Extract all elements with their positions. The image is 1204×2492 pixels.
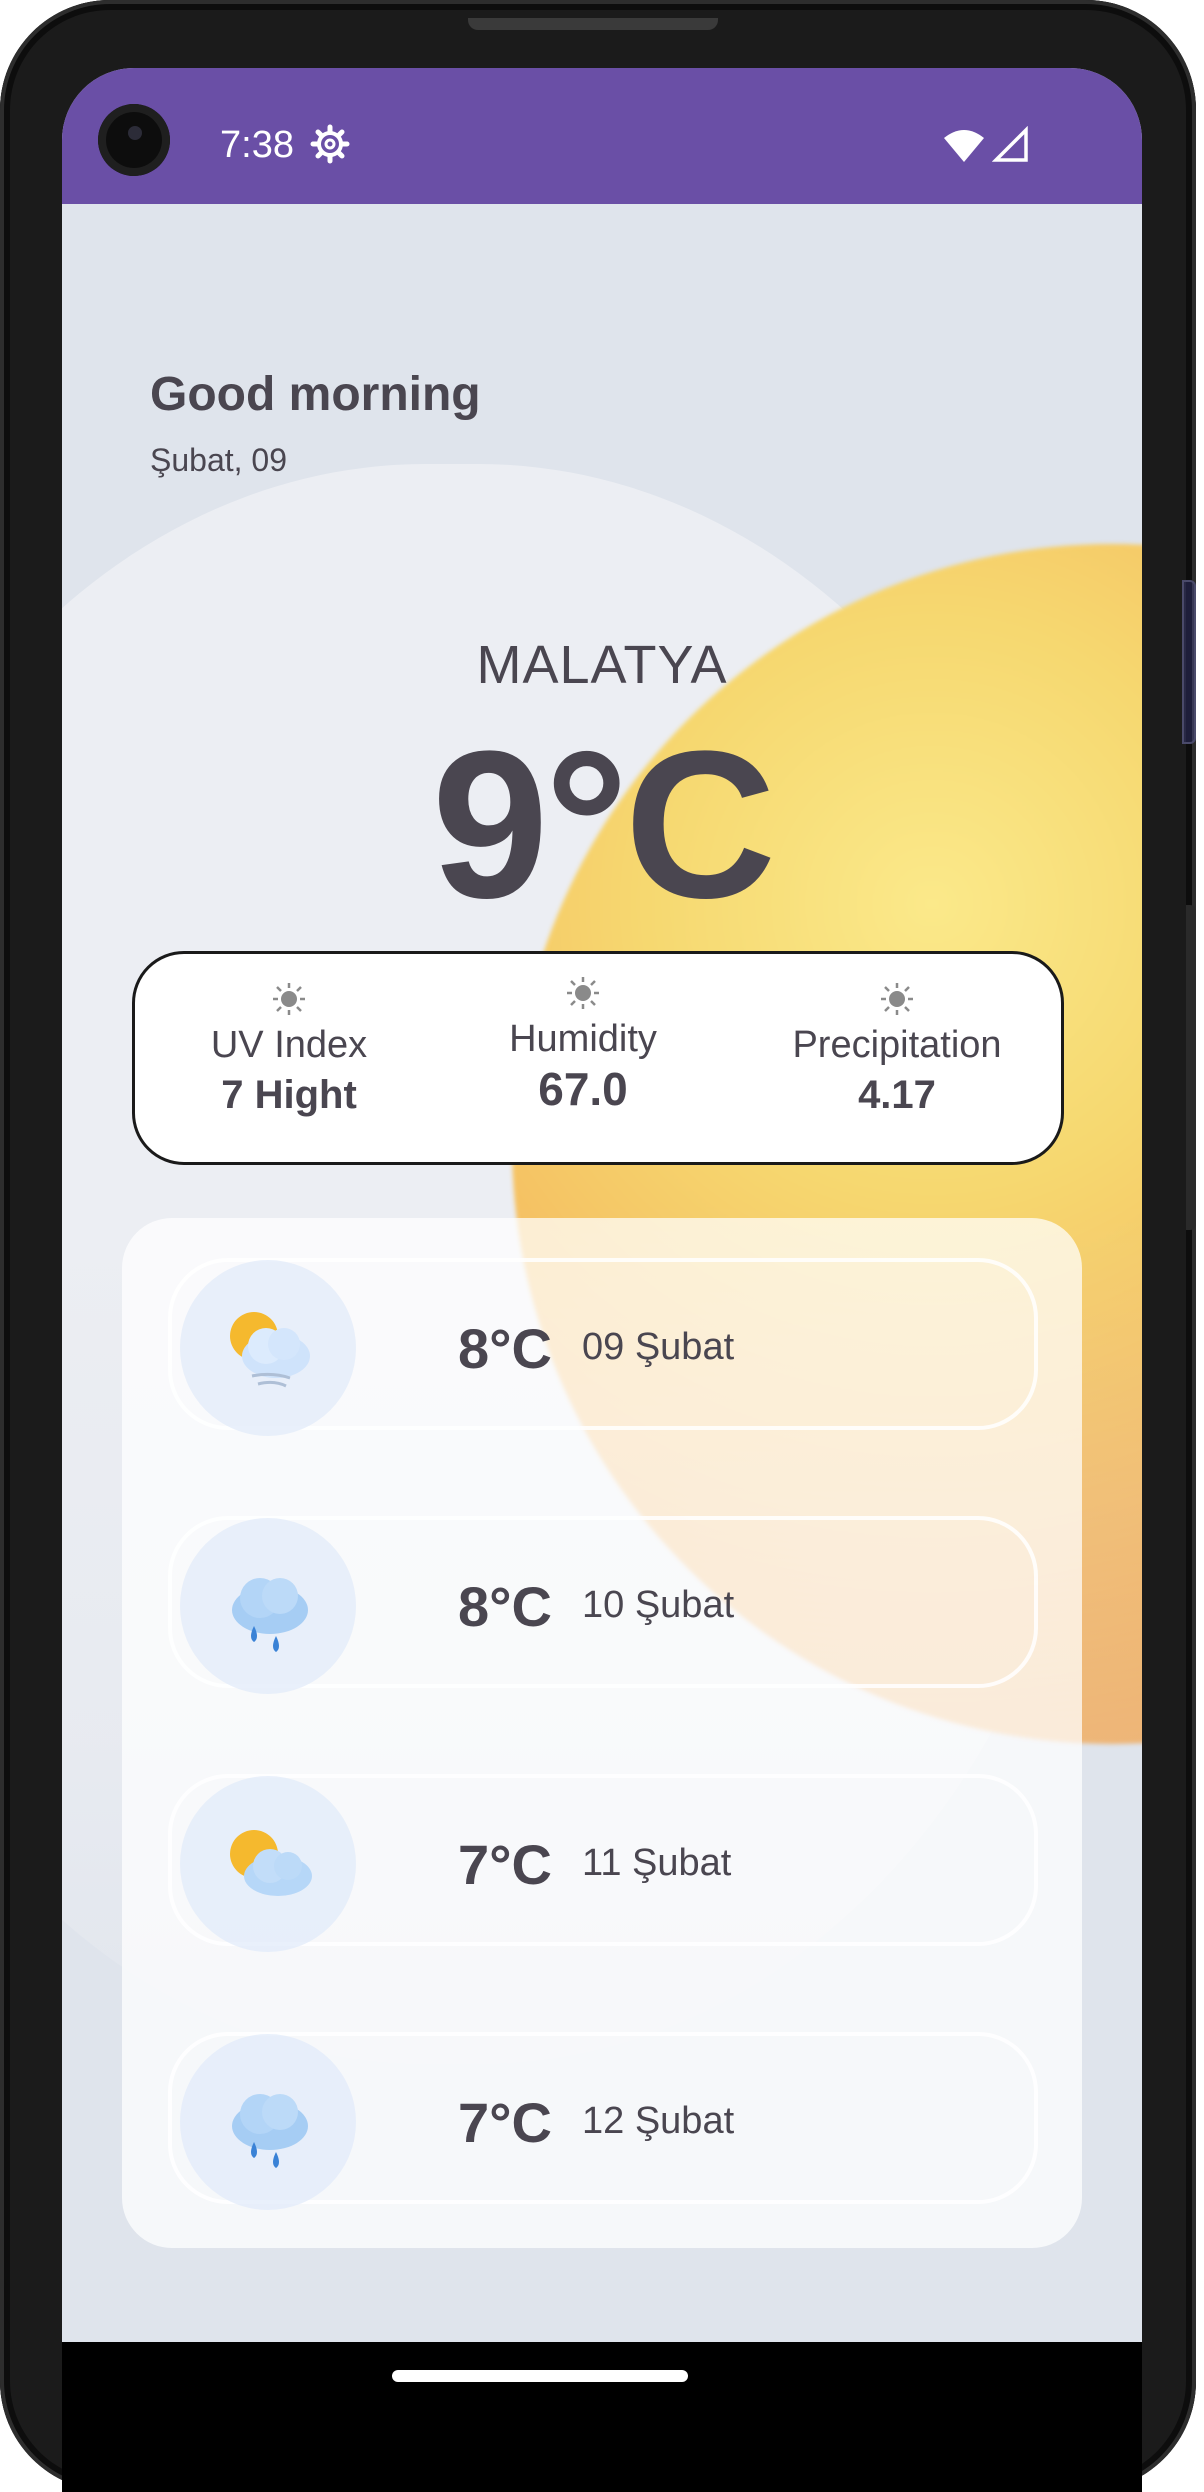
stat-value: 7 Hight (221, 1073, 357, 1117)
phone-frame: 7:38 Good morning Şubat, 09 MALATYA 9°C … (0, 0, 1196, 2492)
forecast-icon-wrap (180, 2034, 356, 2210)
forecast-icon-wrap (180, 1518, 356, 1694)
forecast-temp: 8°C (458, 1317, 552, 1380)
partly-cloudy-icon (230, 1830, 312, 1896)
stat-precipitation: Precipitation 4.17 (757, 982, 1037, 1122)
status-bar: 7:38 (62, 68, 1142, 204)
forecast-list: 8°C 09 Şubat 8°C 10 Şubat 7°C 11 Şubat 7… (122, 1218, 1082, 2248)
stat-uv-index: UV Index 7 Hight (149, 982, 429, 1122)
stat-label: Precipitation (792, 1024, 1002, 1066)
stat-label: Humidity (509, 1018, 657, 1060)
sun-icon (881, 983, 913, 1015)
stats-card: UV Index 7 Hight Humidity 67.0 Precipita… (132, 951, 1064, 1165)
city-name: MALATYA (476, 635, 728, 695)
greeting: Good morning (150, 368, 481, 421)
forecast-item[interactable]: 8°C 09 Şubat (168, 1258, 1038, 1436)
signal-icon (992, 126, 1028, 162)
main-content: Good morning Şubat, 09 MALATYA 9°C UV In… (62, 204, 1142, 2342)
stat-value: 67.0 (538, 1063, 628, 1115)
forecast-item[interactable]: 7°C 11 Şubat (168, 1774, 1038, 1952)
stat-humidity: Humidity 67.0 (443, 976, 723, 1116)
navigation-bar (62, 2342, 1142, 2492)
forecast-date: 12 Şubat (582, 2100, 735, 2142)
wifi-icon (944, 130, 984, 162)
sun-icon (273, 983, 305, 1015)
sun-icon (567, 977, 599, 1009)
forecast-temp: 7°C (458, 1833, 552, 1896)
stat-label: UV Index (210, 1024, 368, 1066)
settings-icon (310, 124, 350, 164)
forecast-temp: 7°C (458, 2091, 552, 2154)
rain-cloud-icon (232, 2094, 308, 2168)
forecast-item[interactable]: 7°C 12 Şubat (168, 2032, 1038, 2210)
stat-value: 4.17 (858, 1073, 936, 1117)
volume-button (1182, 580, 1196, 744)
power-button (1186, 905, 1196, 1230)
forecast-icon-wrap (180, 1260, 356, 1436)
forecast-date: 09 Şubat (582, 1326, 735, 1368)
status-time: 7:38 (220, 124, 294, 166)
front-camera (98, 104, 170, 176)
forecast-date: 11 Şubat (582, 1842, 732, 1884)
current-temperature: 9°C (431, 707, 776, 942)
partly-cloudy-windy-icon (230, 1312, 310, 1388)
earpiece-speaker (468, 18, 718, 30)
forecast-item[interactable]: 8°C 10 Şubat (168, 1516, 1038, 1694)
current-date: Şubat, 09 (150, 442, 287, 478)
forecast-icon-wrap (180, 1776, 356, 1952)
forecast-temp: 8°C (458, 1575, 552, 1638)
screen: 7:38 Good morning Şubat, 09 MALATYA 9°C … (62, 68, 1142, 2342)
home-gesture-bar[interactable] (392, 2370, 688, 2382)
rain-cloud-icon (232, 1578, 308, 1652)
forecast-date: 10 Şubat (582, 1584, 735, 1626)
